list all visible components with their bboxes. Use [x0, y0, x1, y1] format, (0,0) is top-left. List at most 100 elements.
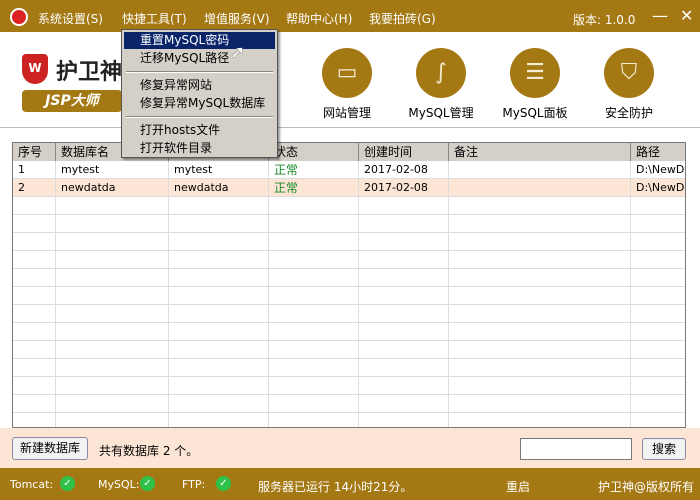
database-table[interactable]: 序号 数据库名 用户名 状态 创建时间 备注 路径 1 mytest mytes…: [12, 142, 686, 428]
check-icon: ✓: [60, 476, 75, 491]
cell: 1: [13, 161, 56, 179]
col-header[interactable]: 创建时间: [359, 143, 449, 161]
cell: [359, 323, 449, 341]
cell: [56, 269, 169, 287]
cell: [449, 305, 631, 323]
search-button[interactable]: 搜索: [642, 438, 686, 460]
security-button[interactable]: ⛉ 安全防护: [584, 48, 674, 121]
cell: [169, 251, 269, 269]
close-button[interactable]: ✕: [680, 6, 693, 25]
table-row[interactable]: 2 newdatda newdatda 正常 2017-02-08 D:\New…: [13, 179, 685, 197]
cell: [631, 323, 685, 341]
database-count: 共有数据库 2 个。: [99, 444, 199, 458]
cell: [449, 197, 631, 215]
cell: [169, 197, 269, 215]
cell: [56, 287, 169, 305]
empty-row: [13, 197, 685, 215]
menu-tools[interactable]: 快捷工具(T): [122, 10, 187, 27]
col-header[interactable]: 状态: [269, 143, 359, 161]
cell: [169, 413, 269, 427]
cell: [269, 413, 359, 427]
mysql-label: MySQL:: [98, 478, 140, 491]
cell: [169, 305, 269, 323]
shield-icon: ⛉: [604, 48, 654, 98]
cell: [359, 305, 449, 323]
mysql-manage-button[interactable]: ∫ MySQL管理: [396, 48, 486, 121]
menu-item-open-hosts[interactable]: 打开hosts文件: [124, 122, 275, 139]
cell: [359, 413, 449, 427]
cell: [13, 287, 56, 305]
cell: newdatda: [169, 179, 269, 197]
minimize-button[interactable]: —: [652, 6, 668, 25]
menu-services[interactable]: 增值服务(V): [204, 10, 270, 27]
cell: [631, 305, 685, 323]
menu-item-open-directory[interactable]: 打开软件目录: [124, 140, 275, 157]
cell: [169, 269, 269, 287]
new-database-button[interactable]: 新建数据库: [12, 437, 88, 460]
menu-system[interactable]: 系统设置(S): [38, 10, 103, 27]
cell: [13, 413, 56, 427]
cell: [449, 341, 631, 359]
menu-feedback[interactable]: 我要拍砖(G): [369, 10, 436, 27]
col-header[interactable]: 序号: [13, 143, 56, 161]
restart-link[interactable]: 重启: [506, 478, 530, 495]
cell: [631, 269, 685, 287]
menu-item-reset-mysql-password[interactable]: 重置MySQL密码: [124, 32, 275, 49]
copyright: 护卫神@版权所有: [598, 480, 695, 494]
cell: [13, 323, 56, 341]
cell: D:\NewDat: [631, 179, 685, 197]
cell: [631, 251, 685, 269]
menu-item-repair-website[interactable]: 修复异常网站: [124, 77, 275, 94]
cell: [269, 377, 359, 395]
cell: [56, 359, 169, 377]
col-header[interactable]: 备注: [449, 143, 631, 161]
menu-help[interactable]: 帮助中心(H): [286, 10, 352, 27]
cell: [449, 269, 631, 287]
mysql-panel-button[interactable]: ☰ MySQL面板: [490, 48, 580, 121]
app-logo-icon: [10, 8, 28, 26]
cell: [359, 233, 449, 251]
cell: [56, 197, 169, 215]
table-row[interactable]: 1 mytest mytest 正常 2017-02-08 D:\NewDat: [13, 161, 685, 179]
status-cell: 正常: [269, 179, 359, 197]
col-header[interactable]: 路径: [631, 143, 685, 161]
search-input[interactable]: [520, 438, 632, 460]
cell: [449, 377, 631, 395]
cell: [169, 395, 269, 413]
menu-item-repair-mysql[interactable]: 修复异常MySQL数据库: [124, 95, 275, 112]
cell: [631, 233, 685, 251]
empty-row: [13, 395, 685, 413]
cell: [449, 233, 631, 251]
cell: [269, 287, 359, 305]
cell: [13, 197, 56, 215]
cell: [359, 197, 449, 215]
cell: [631, 215, 685, 233]
cell: [269, 251, 359, 269]
cell: [359, 251, 449, 269]
cell: [449, 251, 631, 269]
cell: [13, 341, 56, 359]
cell: D:\NewDat: [631, 161, 685, 179]
cell: [56, 323, 169, 341]
menu-separator: [126, 116, 273, 118]
cell: [269, 395, 359, 413]
cell: [631, 359, 685, 377]
cell: [56, 305, 169, 323]
cell: 2017-02-08: [359, 179, 449, 197]
cell: [631, 413, 685, 427]
cell: [631, 341, 685, 359]
website-manage-button[interactable]: ▭ 网站管理: [302, 48, 392, 121]
cell: [359, 377, 449, 395]
cell: [169, 377, 269, 395]
table-header: 序号 数据库名 用户名 状态 创建时间 备注 路径: [13, 143, 685, 161]
uptime-text: 服务器已运行 14小时21分。: [258, 480, 413, 494]
cell: [449, 395, 631, 413]
tools-dropdown-menu: 重置MySQL密码 迁移MySQL路径 修复异常网站 修复异常MySQL数据库 …: [121, 29, 278, 158]
empty-row: [13, 305, 685, 323]
cell: [169, 359, 269, 377]
cell: [449, 287, 631, 305]
cell: [359, 215, 449, 233]
menu-item-move-mysql-path[interactable]: 迁移MySQL路径: [124, 50, 275, 67]
cell: [269, 215, 359, 233]
cell: [269, 233, 359, 251]
